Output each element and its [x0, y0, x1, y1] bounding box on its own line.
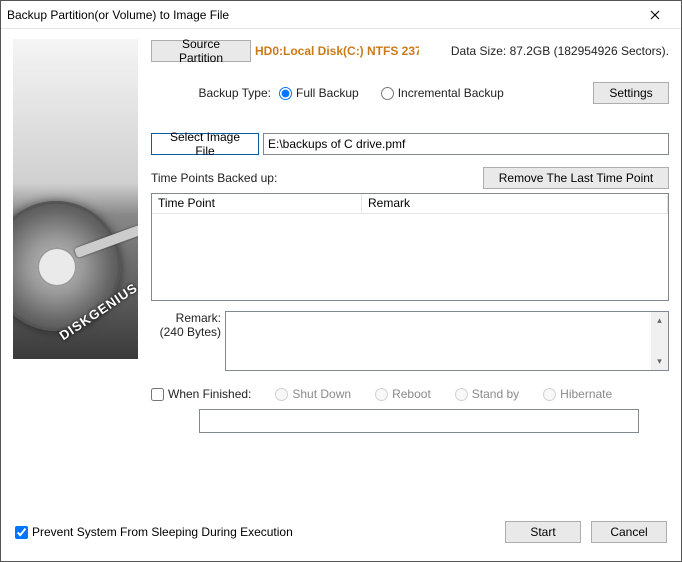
- remark-row: Remark: (240 Bytes) ▴ ▾: [151, 311, 669, 371]
- scroll-up-icon[interactable]: ▴: [651, 312, 668, 329]
- scroll-down-icon[interactable]: ▾: [651, 353, 668, 370]
- when-finished-checkbox[interactable]: When Finished:: [151, 387, 251, 401]
- data-size-value: 87.2GB (182954926 Sectors).: [510, 44, 669, 58]
- close-icon: [650, 10, 660, 20]
- time-points-grid: Time Point Remark: [151, 193, 669, 301]
- close-button[interactable]: [635, 1, 675, 29]
- left-image-column: DISKGENIUS: [13, 39, 141, 513]
- time-points-label: Time Points Backed up:: [151, 171, 277, 185]
- time-points-header-row: Time Points Backed up: Remove The Last T…: [151, 167, 669, 189]
- dialog-body: DISKGENIUS Source Partition HD0:Local Di…: [1, 29, 681, 561]
- remark-labels: Remark: (240 Bytes): [151, 311, 225, 371]
- full-backup-radio[interactable]: Full Backup: [279, 86, 359, 100]
- incremental-backup-radio[interactable]: Incremental Backup: [381, 86, 504, 100]
- col-remark[interactable]: Remark: [362, 194, 668, 213]
- remark-scrollbar[interactable]: ▴ ▾: [651, 312, 668, 370]
- standby-radio: Stand by: [455, 387, 519, 401]
- command-output-box: [199, 409, 639, 433]
- source-row: Source Partition HD0:Local Disk(C:) NTFS…: [151, 39, 669, 63]
- hibernate-radio: Hibernate: [543, 387, 612, 401]
- shutdown-radio: Shut Down: [275, 387, 351, 401]
- footer: Prevent System From Sleeping During Exec…: [1, 513, 681, 561]
- remove-last-time-point-button[interactable]: Remove The Last Time Point: [483, 167, 669, 189]
- form-column: Source Partition HD0:Local Disk(C:) NTFS…: [151, 39, 669, 513]
- backup-type-row: Backup Type: Full Backup Incremental Bac…: [151, 81, 669, 105]
- prevent-sleep-checkbox[interactable]: Prevent System From Sleeping During Exec…: [15, 525, 293, 539]
- cancel-button[interactable]: Cancel: [591, 521, 667, 543]
- content-area: DISKGENIUS Source Partition HD0:Local Di…: [1, 29, 681, 513]
- data-size-label: Data Size: 87.2GB (182954926 Sectors).: [451, 44, 669, 58]
- select-image-file-button[interactable]: Select Image File: [151, 133, 259, 155]
- remark-label: Remark:: [151, 311, 221, 325]
- titlebar: Backup Partition(or Volume) to Image Fil…: [1, 1, 681, 29]
- backup-type-label: Backup Type:: [151, 86, 271, 100]
- grid-body: [152, 214, 668, 300]
- grid-header: Time Point Remark: [152, 194, 668, 214]
- remark-textarea[interactable]: ▴ ▾: [225, 311, 669, 371]
- dialog-window: Backup Partition(or Volume) to Image Fil…: [0, 0, 682, 562]
- source-partition-text: HD0:Local Disk(C:) NTFS 237.: [255, 44, 419, 58]
- remark-hint: (240 Bytes): [151, 325, 221, 339]
- window-title: Backup Partition(or Volume) to Image Fil…: [7, 8, 635, 22]
- disk-illustration: DISKGENIUS: [13, 39, 138, 359]
- start-button[interactable]: Start: [505, 521, 581, 543]
- settings-button[interactable]: Settings: [593, 82, 669, 104]
- col-time-point[interactable]: Time Point: [152, 194, 362, 213]
- image-file-input[interactable]: [263, 133, 669, 155]
- reboot-radio: Reboot: [375, 387, 431, 401]
- source-partition-button[interactable]: Source Partition: [151, 40, 251, 62]
- image-file-row: Select Image File: [151, 133, 669, 155]
- when-finished-row: When Finished: Shut Down Reboot Stand by: [151, 387, 669, 401]
